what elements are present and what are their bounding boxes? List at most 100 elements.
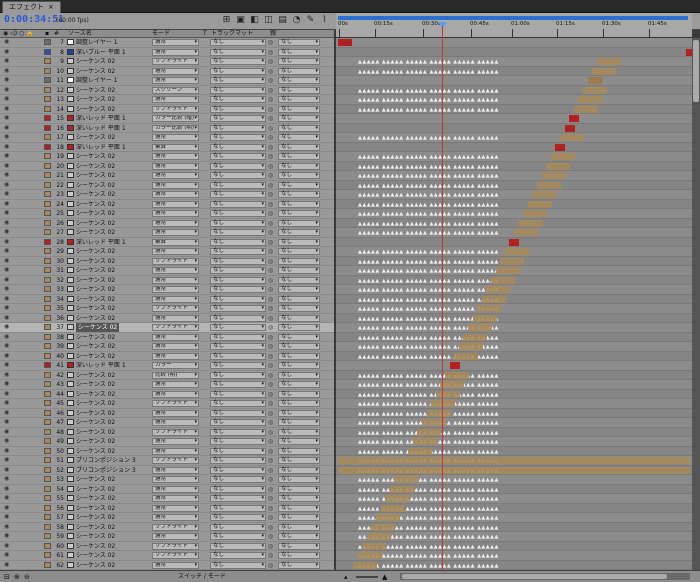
parent-dropdown[interactable]: なし xyxy=(278,86,320,94)
layer-duration-bar[interactable] xyxy=(491,276,515,284)
layer-row[interactable]: ◉37シーケンス 02ソフトライトなし◎なし xyxy=(0,323,334,333)
parent-dropdown[interactable]: なし xyxy=(278,229,320,236)
parent-dropdown[interactable]: なし xyxy=(278,352,320,360)
parent-dropdown[interactable]: なし xyxy=(278,343,320,350)
layer-row[interactable]: ◉47シーケンス 02通常なし◎なし xyxy=(0,418,334,428)
pickwhip-icon[interactable]: ◎ xyxy=(268,561,273,570)
pickwhip-icon[interactable]: ◎ xyxy=(268,57,273,66)
layer-source-name[interactable]: 深いレッド 平面 1 xyxy=(76,114,126,123)
layer-source-name[interactable]: シーケンス 02 xyxy=(76,200,115,209)
track-matte-dropdown[interactable]: なし xyxy=(210,238,266,246)
layer-row[interactable]: ◉49シーケンス 02通常なし◎なし xyxy=(0,437,334,447)
timeline-layer-track[interactable]: ▲▲▲▲▲ ▲▲▲▲▲ ▲▲▲▲▲ ▲▲▲▲▲ ▲▲▲▲▲ ▲▲▲▲▲ xyxy=(336,57,692,67)
blend-mode-dropdown[interactable]: 通常 xyxy=(152,390,199,398)
timeline-layer-track[interactable] xyxy=(336,38,692,48)
layer-source-name[interactable]: シーケンス 02 xyxy=(76,390,115,399)
layer-row[interactable]: ◉20シーケンス 02通常なし◎なし xyxy=(0,162,334,171)
pickwhip-icon[interactable]: ◎ xyxy=(268,228,273,237)
track-matte-dropdown[interactable]: なし xyxy=(210,77,266,84)
layer-row[interactable]: ◉58シーケンス 02ソフトライトなし◎なし xyxy=(0,523,334,532)
layer-source-name[interactable]: シーケンス 02 xyxy=(76,409,115,418)
track-matte-dropdown[interactable]: なし xyxy=(210,447,266,455)
composition-mini-flowchart-icon[interactable]: ⊞ xyxy=(221,15,232,26)
current-time-indicator-line[interactable] xyxy=(442,26,443,570)
pickwhip-icon[interactable]: ◎ xyxy=(268,200,273,209)
visibility-eye-icon[interactable]: ◉ xyxy=(4,162,11,169)
parent-dropdown[interactable]: なし xyxy=(278,428,320,436)
parent-dropdown[interactable]: なし xyxy=(278,172,320,179)
visibility-eye-icon[interactable]: ◉ xyxy=(4,115,11,121)
layer-duration-bar[interactable] xyxy=(468,324,492,331)
layer-row[interactable]: ◉46シーケンス 02通常なし◎なし xyxy=(0,409,334,418)
layer-source-name[interactable]: シーケンス 02 xyxy=(76,532,115,541)
layer-duration-bar[interactable] xyxy=(376,514,400,521)
track-matte-dropdown[interactable]: なし xyxy=(210,229,266,236)
layer-duration-bar[interactable] xyxy=(389,485,414,493)
layer-source-name[interactable]: シーケンス 02 xyxy=(76,380,115,389)
pickwhip-icon[interactable]: ◎ xyxy=(268,266,273,275)
track-matte-dropdown[interactable]: なし xyxy=(210,58,266,65)
zoom-slider[interactable] xyxy=(356,576,378,578)
live-update-icon[interactable]: ▣ xyxy=(235,15,246,26)
blend-mode-dropdown[interactable]: 通常 xyxy=(152,219,199,227)
blend-mode-dropdown[interactable]: 通常 xyxy=(152,485,199,493)
layer-row[interactable]: ◉24シーケンス 02通常なし◎なし xyxy=(0,200,334,209)
layer-duration-bar[interactable] xyxy=(472,314,497,322)
timeline-layer-track[interactable]: ▲▲▲▲▲ ▲▲▲▲▲ ▲▲▲▲▲ ▲▲▲▲▲ ▲▲▲▲▲ ▲▲▲▲▲ xyxy=(336,247,692,257)
pickwhip-icon[interactable]: ◎ xyxy=(268,352,273,361)
pickwhip-icon[interactable]: ◎ xyxy=(268,542,273,551)
pickwhip-icon[interactable]: ◎ xyxy=(268,257,273,266)
layer-row[interactable]: ◉38シーケンス 02通常なし◎なし xyxy=(0,333,334,342)
visibility-eye-icon[interactable]: ◉ xyxy=(4,77,11,83)
layer-row[interactable]: ◉13シーケンス 02通常なし◎なし xyxy=(0,95,334,105)
layer-row[interactable]: ◉42シーケンス 02比較 (明)なし◎なし xyxy=(0,371,334,380)
timeline-layer-track[interactable]: ▲▲▲▲▲ ▲▲▲▲▲ ▲▲▲▲▲ ▲▲▲▲▲ ▲▲▲▲▲ ▲▲▲▲▲ xyxy=(336,323,692,333)
visibility-eye-icon[interactable]: ◉ xyxy=(4,381,11,387)
layer-row[interactable]: ◉18深いレッド 平面 1乗算なし◎なし xyxy=(0,143,334,152)
visibility-eye-icon[interactable]: ◉ xyxy=(4,210,11,216)
blend-mode-dropdown[interactable]: 通常 xyxy=(152,210,199,217)
horizontal-scroll-thumb[interactable] xyxy=(402,574,667,579)
track-matte-dropdown[interactable]: なし xyxy=(210,153,266,160)
blend-mode-dropdown[interactable]: 通常 xyxy=(152,314,199,322)
layer-source-name[interactable]: プリコンポジション 3 xyxy=(76,466,136,475)
blend-mode-dropdown[interactable]: 通常 xyxy=(152,172,199,179)
layer-source-name[interactable]: シーケンス 02 xyxy=(76,418,115,427)
blend-mode-dropdown[interactable]: 通常 xyxy=(152,134,199,141)
track-matte-dropdown[interactable]: なし xyxy=(210,124,266,132)
parent-dropdown[interactable]: なし xyxy=(278,457,320,464)
track-matte-dropdown[interactable]: なし xyxy=(210,523,266,531)
parent-dropdown[interactable]: なし xyxy=(278,191,320,198)
source-name-header[interactable]: ソース名 xyxy=(68,30,92,38)
layer-row[interactable]: ◉43シーケンス 02通常なし◎なし xyxy=(0,380,334,390)
layer-source-name[interactable]: シーケンス 02 xyxy=(76,513,115,522)
parent-dropdown[interactable]: なし xyxy=(278,371,320,379)
layer-row[interactable]: ◉8深いブルー 平面 1通常なし◎なし xyxy=(0,48,334,57)
time-ruler[interactable]: 00s 00:15s 00:30s 00:45s 01:00s 01:15s 01:30s 0… xyxy=(336,13,692,38)
blend-mode-dropdown[interactable]: 通常 xyxy=(152,438,199,445)
parent-dropdown[interactable]: なし xyxy=(278,238,320,246)
timeline-layer-track[interactable]: ▲▲▲▲▲ ▲▲▲▲▲ ▲▲▲▲▲ ▲▲▲▲▲ ▲▲▲▲▲ ▲▲▲▲▲ xyxy=(336,256,692,266)
blend-mode-dropdown[interactable]: 通常 xyxy=(152,96,199,103)
layer-source-name[interactable]: シーケンス 02 xyxy=(76,105,115,114)
layer-duration-bar[interactable] xyxy=(509,238,520,246)
parent-dropdown[interactable]: なし xyxy=(278,257,320,265)
layer-source-name[interactable]: シーケンス 02 xyxy=(76,447,115,456)
layer-row[interactable]: ◉61シーケンス 02ソフトライトなし◎なし xyxy=(0,551,334,561)
layer-row[interactable]: ◉9シーケンス 02ソフトライトなし◎なし xyxy=(0,57,334,67)
layer-duration-bar[interactable] xyxy=(569,115,580,122)
track-matte-dropdown[interactable]: なし xyxy=(210,48,266,56)
layer-row[interactable]: ◉27シーケンス 02通常なし◎なし xyxy=(0,228,334,238)
visibility-eye-icon[interactable]: ◉ xyxy=(4,428,11,435)
timeline-layer-track[interactable]: ▲▲▲▲▲ ▲▲▲▲▲ ▲▲▲▲▲ ▲▲▲▲▲ ▲▲▲▲▲ ▲▲▲▲▲ xyxy=(336,551,692,561)
frame-blending-icon[interactable]: ▤ xyxy=(277,15,288,26)
pickwhip-icon[interactable]: ◎ xyxy=(268,76,273,85)
layer-row[interactable]: ◉59シーケンス 02通常なし◎なし xyxy=(0,532,334,542)
visibility-eye-icon[interactable]: ◉ xyxy=(4,447,11,454)
track-matte-dropdown[interactable]: なし xyxy=(210,390,266,398)
visibility-eye-icon[interactable]: ◉ xyxy=(4,523,11,530)
timeline-layer-track[interactable]: ▲▲▲▲▲ ▲▲▲▲▲ ▲▲▲▲▲ ▲▲▲▲▲ ▲▲▲▲▲ ▲▲▲▲▲ xyxy=(336,152,692,162)
timeline-layer-track[interactable]: ▲▲▲▲▲ ▲▲▲▲▲ ▲▲▲▲▲ ▲▲▲▲▲ ▲▲▲▲▲ ▲▲▲▲▲ xyxy=(336,133,692,143)
parent-dropdown[interactable]: なし xyxy=(278,200,320,208)
layer-duration-bar[interactable] xyxy=(477,305,502,312)
